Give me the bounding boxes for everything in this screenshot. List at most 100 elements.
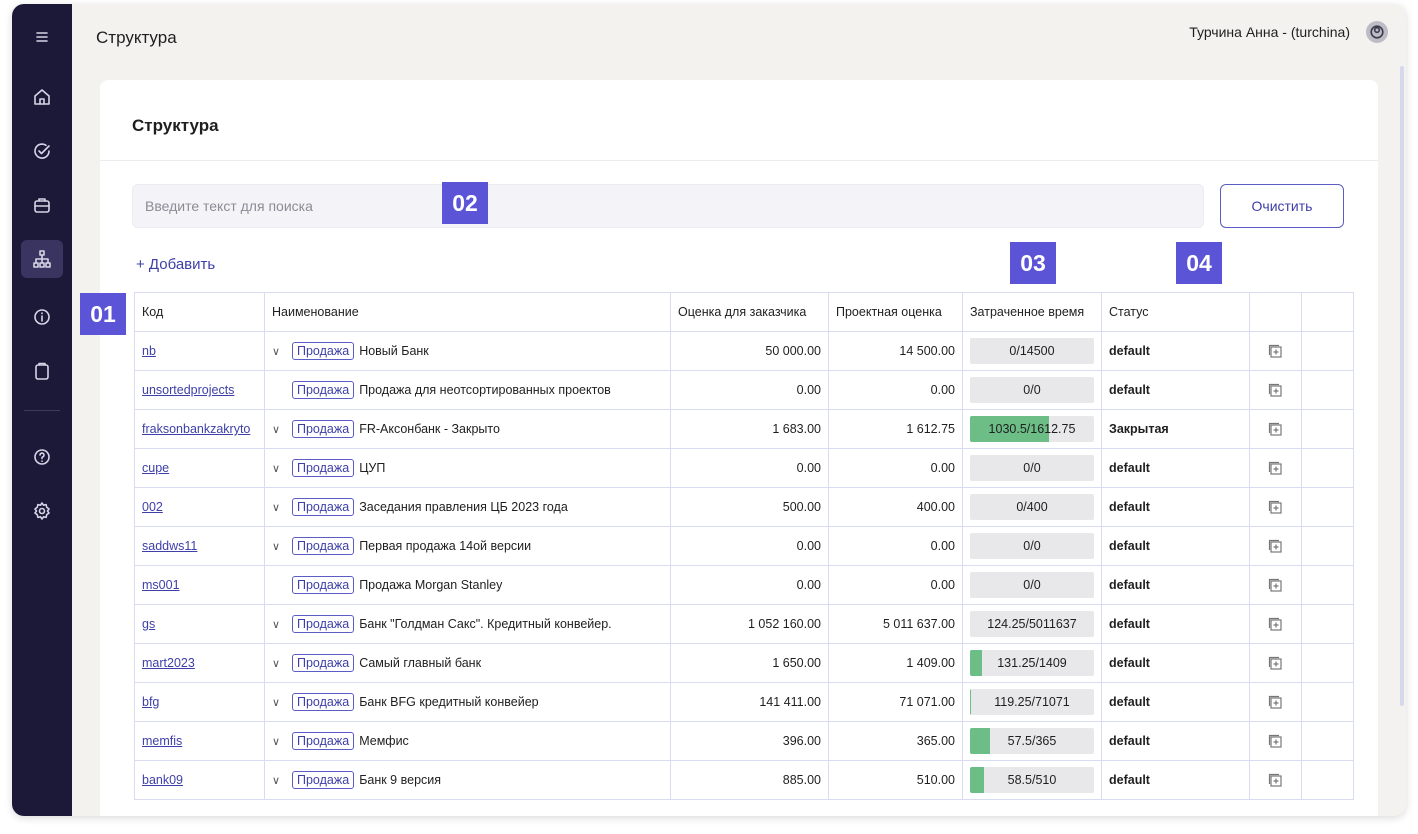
chevron-down-icon[interactable]: ∨ bbox=[272, 735, 286, 748]
table-row[interactable]: nb ∨ Продажа Новый Банк 50 000.00 14 500.00 0/… bbox=[134, 331, 1354, 371]
table-row[interactable]: fraksonbankzakryto ∨ Продажа FR-Аксонбанк -… bbox=[134, 409, 1354, 449]
item-name: ЦУП bbox=[359, 461, 386, 475]
customer-estimate-cell: 50 000.00 bbox=[670, 331, 829, 371]
chevron-down-icon[interactable]: ∨ bbox=[272, 462, 286, 475]
chevron-down-icon[interactable]: ∨ bbox=[272, 501, 286, 514]
code-link[interactable]: bfg bbox=[142, 695, 159, 709]
name-cell: ∨ Продажа Самый главный банк bbox=[264, 643, 671, 683]
code-link[interactable]: nb bbox=[142, 344, 156, 358]
table-row[interactable]: 002 ∨ Продажа Заседания правления ЦБ 2023 г… bbox=[134, 487, 1354, 527]
table-row[interactable]: gs ∨ Продажа Банк "Голдман Сакс". Кредитный… bbox=[134, 604, 1354, 644]
column-header-name[interactable]: Наименование bbox=[264, 292, 671, 332]
chevron-down-icon[interactable]: ∨ bbox=[272, 774, 286, 787]
clipboard-icon[interactable] bbox=[21, 352, 63, 390]
hierarchy-icon[interactable] bbox=[21, 240, 63, 278]
table-row[interactable]: mart2023 ∨ Продажа Самый главный банк 1 650.… bbox=[134, 643, 1354, 683]
customer-estimate-cell: 0.00 bbox=[670, 370, 829, 410]
info-icon[interactable] bbox=[21, 298, 63, 336]
code-link[interactable]: cupe bbox=[142, 461, 169, 475]
add-child-icon[interactable] bbox=[1257, 422, 1294, 437]
progress-bar: 57.5/365 bbox=[970, 728, 1094, 754]
chevron-down-icon[interactable]: ∨ bbox=[272, 618, 286, 631]
extra-cell bbox=[1301, 604, 1354, 644]
chevron-down-icon[interactable]: ∨ bbox=[272, 540, 286, 553]
gear-icon[interactable] bbox=[21, 492, 63, 530]
customer-estimate-cell: 1 683.00 bbox=[670, 409, 829, 449]
add-child-icon[interactable] bbox=[1257, 578, 1294, 593]
card-divider bbox=[100, 160, 1378, 161]
customer-estimate-cell: 0.00 bbox=[670, 565, 829, 605]
customer-estimate-cell: 885.00 bbox=[670, 760, 829, 800]
structure-table: Код Наименование Оценка для заказчика Пр… bbox=[134, 292, 1354, 800]
progress-bar: 0/0 bbox=[970, 455, 1094, 481]
add-child-icon[interactable] bbox=[1257, 500, 1294, 515]
code-link[interactable]: unsortedprojects bbox=[142, 383, 234, 397]
column-header-code[interactable]: Код bbox=[134, 292, 265, 332]
code-link[interactable]: mart2023 bbox=[142, 656, 195, 670]
code-link[interactable]: ms001 bbox=[142, 578, 180, 592]
table-row[interactable]: memfis ∨ Продажа Мемфис 396.00 365.00 57.5/365… bbox=[134, 721, 1354, 761]
add-child-icon[interactable] bbox=[1257, 539, 1294, 554]
add-child-icon[interactable] bbox=[1257, 344, 1294, 359]
status-cell: default bbox=[1101, 604, 1250, 644]
code-link[interactable]: fraksonbankzakryto bbox=[142, 422, 250, 436]
add-button[interactable]: + Добавить bbox=[136, 256, 215, 273]
status-cell: default bbox=[1101, 448, 1250, 488]
add-child-icon[interactable] bbox=[1257, 617, 1294, 632]
extra-cell bbox=[1301, 721, 1354, 761]
help-icon[interactable] bbox=[21, 438, 63, 476]
table-row[interactable]: cupe ∨ Продажа ЦУП 0.00 0.00 0/0 default bbox=[134, 448, 1354, 488]
column-header-time-spent[interactable]: Затраченное время bbox=[962, 292, 1102, 332]
column-header-project-estimate[interactable]: Проектная оценка bbox=[828, 292, 963, 332]
chevron-down-icon[interactable]: ∨ bbox=[272, 345, 286, 358]
code-link[interactable]: 002 bbox=[142, 500, 163, 514]
code-link[interactable]: saddws11 bbox=[142, 539, 197, 553]
user-name[interactable]: Турчина Анна - (turchina) bbox=[1189, 24, 1350, 40]
column-header-customer-estimate[interactable]: Оценка для заказчика bbox=[670, 292, 829, 332]
clear-button[interactable]: Очистить bbox=[1220, 184, 1344, 228]
type-tag: Продажа bbox=[292, 459, 355, 477]
chevron-down-icon[interactable]: ∨ bbox=[272, 423, 286, 436]
home-icon[interactable] bbox=[21, 78, 63, 116]
column-header-status[interactable]: Статус bbox=[1101, 292, 1250, 332]
add-child-icon[interactable] bbox=[1257, 656, 1294, 671]
status-text: default bbox=[1109, 539, 1150, 553]
table-row[interactable]: saddws11 ∨ Продажа Первая продажа 14ой верс… bbox=[134, 526, 1354, 566]
add-child-icon[interactable] bbox=[1257, 734, 1294, 749]
status-text: default bbox=[1109, 500, 1150, 514]
briefcase-icon[interactable] bbox=[21, 186, 63, 224]
add-child-icon[interactable] bbox=[1257, 695, 1294, 710]
check-circle-icon[interactable] bbox=[21, 132, 63, 170]
project-estimate-cell: 365.00 bbox=[828, 721, 963, 761]
annotation-badge-02: 02 bbox=[442, 182, 488, 224]
code-cell: gs bbox=[134, 604, 265, 644]
chevron-down-icon[interactable]: ∨ bbox=[272, 657, 286, 670]
status-cell: default bbox=[1101, 643, 1250, 683]
customer-estimate-cell: 0.00 bbox=[670, 448, 829, 488]
chevron-down-icon[interactable]: ∨ bbox=[272, 696, 286, 709]
progress-text: 57.5/365 bbox=[1007, 734, 1057, 748]
time-spent-cell: 1030.5/1612.75 bbox=[962, 409, 1102, 449]
customer-estimate-cell: 396.00 bbox=[670, 721, 829, 761]
scrollbar[interactable] bbox=[1400, 66, 1404, 706]
avatar-icon[interactable] bbox=[1366, 21, 1388, 43]
status-text: default bbox=[1109, 578, 1150, 592]
table-row[interactable]: unsortedprojects Продажа Продажа для неотс… bbox=[134, 370, 1354, 410]
code-link[interactable]: bank09 bbox=[142, 773, 183, 787]
add-child-icon[interactable] bbox=[1257, 461, 1294, 476]
add-child-icon[interactable] bbox=[1257, 383, 1294, 398]
code-link[interactable]: gs bbox=[142, 617, 155, 631]
progress-bar: 131.25/1409 bbox=[970, 650, 1094, 676]
time-spent-cell: 0/14500 bbox=[962, 331, 1102, 371]
search-input[interactable] bbox=[132, 184, 1204, 228]
add-child-icon[interactable] bbox=[1257, 773, 1294, 788]
table-row[interactable]: bank09 ∨ Продажа Банк 9 версия 885.00 510.00 5… bbox=[134, 760, 1354, 800]
customer-estimate-cell: 1 052 160.00 bbox=[670, 604, 829, 644]
code-link[interactable]: memfis bbox=[142, 734, 182, 748]
table-row[interactable]: bfg ∨ Продажа Банк BFG кредитный конвейер 14… bbox=[134, 682, 1354, 722]
type-tag: Продажа bbox=[292, 342, 355, 360]
menu-icon[interactable] bbox=[21, 18, 63, 56]
table-row[interactable]: ms001 Продажа Продажа Morgan Stanley 0.00 0.… bbox=[134, 565, 1354, 605]
actions-cell bbox=[1249, 370, 1302, 410]
actions-cell bbox=[1249, 526, 1302, 566]
